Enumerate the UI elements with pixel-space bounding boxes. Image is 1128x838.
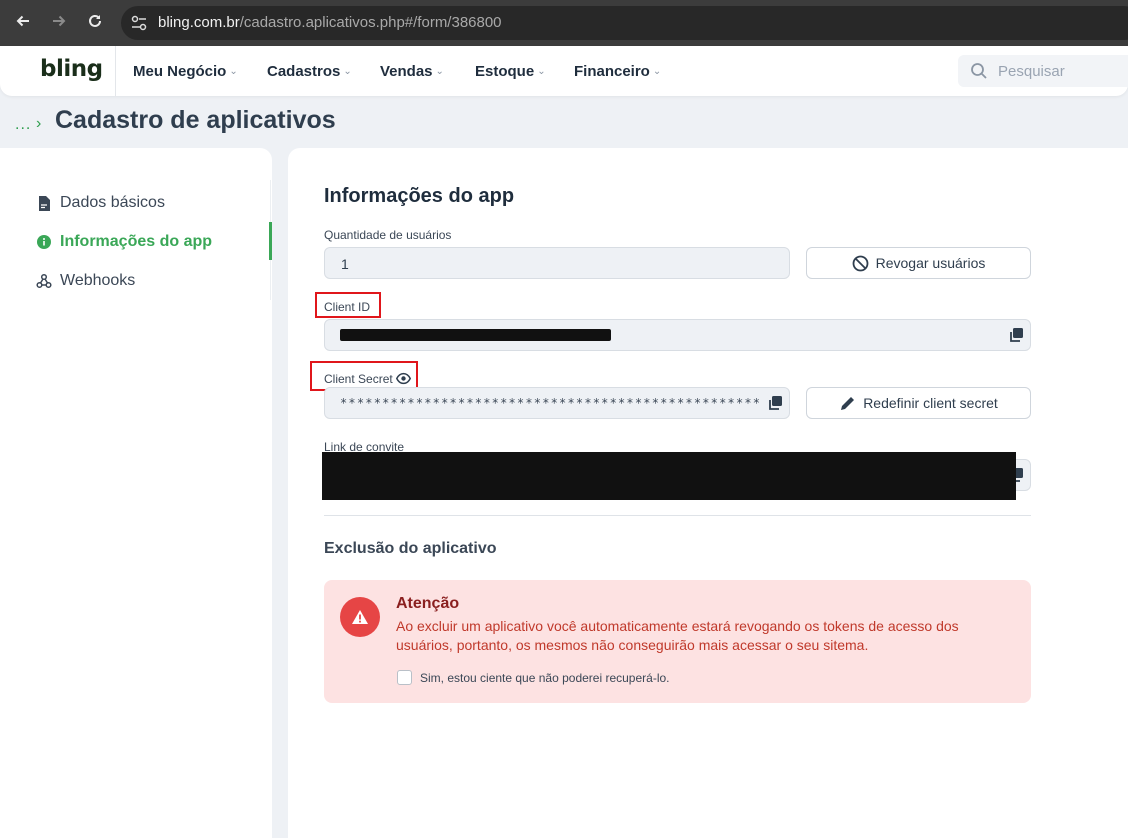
alert-title: Atenção: [396, 595, 460, 612]
url-path: /cadastro.aplicativos.php#/form/386800: [239, 14, 502, 31]
sidebar-item-informacoes-do-app[interactable]: Informações do app: [36, 230, 212, 254]
app-header: bling Meu Negócio ⌄ Cadastros ⌄ Vendas ⌄ Es…: [0, 46, 1128, 96]
chevron-down-icon: ⌄: [537, 66, 546, 77]
menu-label: Vendas: [380, 63, 433, 80]
copy-icon[interactable]: [767, 395, 783, 416]
revoke-users-label: Revogar usuários: [875, 255, 986, 271]
invite-link-redaction: [322, 452, 1016, 500]
section-title: Informações do app: [324, 185, 515, 207]
menu-label: Cadastros: [267, 63, 341, 80]
document-icon: [36, 195, 52, 211]
deletion-section-title: Exclusão do aplicativo: [324, 540, 497, 557]
sidebar-item-webhooks[interactable]: Webhooks: [36, 269, 135, 293]
menu-label: Meu Negócio: [133, 63, 227, 80]
reset-client-secret-label: Redefinir client secret: [863, 395, 998, 411]
users-label: Quantidade de usuários: [324, 228, 452, 242]
url-text[interactable]: bling.com.br/cadastro.aplicativos.php#/f…: [158, 14, 502, 31]
warning-alert: Atenção Ao excluir um aplicativo você au…: [324, 580, 1031, 703]
reload-icon[interactable]: [84, 12, 106, 34]
breadcrumb-chevron-icon: ›: [36, 115, 42, 132]
active-indicator: [269, 222, 272, 260]
back-arrow-icon[interactable]: [12, 12, 34, 34]
search-input[interactable]: Pesquisar: [958, 55, 1128, 87]
users-quantity-value: 1: [341, 256, 349, 272]
sidebar-item-label: Webhooks: [60, 272, 136, 289]
bling-logo[interactable]: bling: [40, 56, 103, 82]
menu-label: Estoque: [475, 63, 535, 80]
header-divider: [115, 46, 116, 96]
forward-arrow-icon[interactable]: [48, 12, 70, 34]
chevron-down-icon: ⌄: [435, 66, 444, 77]
confirm-checkbox-label[interactable]: Sim, estou ciente que não poderei recupe…: [420, 671, 670, 685]
users-quantity-field: 1: [324, 247, 790, 279]
pencil-icon: [841, 396, 855, 410]
sidebar-item-label: Dados básicos: [60, 194, 165, 211]
browser-toolbar: bling.com.br/cadastro.aplicativos.php#/f…: [0, 0, 1128, 46]
breadcrumb-ellipsis[interactable]: ...: [15, 116, 31, 134]
client-id-highlight-box: [315, 292, 381, 318]
search-icon: [970, 62, 988, 85]
client-secret-masked-value: ****************************************…: [340, 396, 760, 410]
confirm-checkbox[interactable]: [397, 670, 412, 685]
url-host: bling.com.br: [158, 14, 240, 31]
ban-icon: [852, 255, 869, 271]
search-placeholder: Pesquisar: [998, 63, 1065, 80]
page-title: Cadastro de aplicativos: [55, 106, 336, 134]
menu-financeiro[interactable]: Financeiro ⌄: [574, 63, 661, 80]
info-icon: [36, 234, 52, 250]
sidebar-item-dados-basicos[interactable]: Dados básicos: [36, 191, 165, 215]
menu-meu-negocio[interactable]: Meu Negócio ⌄: [133, 63, 238, 80]
webhook-icon: [36, 273, 52, 289]
menu-vendas[interactable]: Vendas ⌄: [380, 63, 444, 80]
copy-icon[interactable]: [1008, 327, 1024, 348]
warning-icon: [340, 597, 380, 637]
sidebar-item-label: Informações do app: [60, 233, 213, 250]
chevron-down-icon: ⌄: [652, 66, 662, 77]
chevron-down-icon: ⌄: [343, 66, 352, 77]
site-settings-icon[interactable]: [130, 13, 148, 33]
section-divider: [324, 515, 1031, 516]
menu-label: Financeiro: [574, 63, 650, 80]
menu-cadastros[interactable]: Cadastros ⌄: [267, 63, 352, 80]
client-id-redacted-value: [340, 329, 611, 341]
menu-estoque[interactable]: Estoque ⌄: [475, 63, 546, 80]
chevron-down-icon: ⌄: [229, 66, 238, 77]
reset-client-secret-button[interactable]: Redefinir client secret: [806, 387, 1031, 419]
alert-message: Ao excluir um aplicativo você automatica…: [396, 618, 959, 653]
revoke-users-button[interactable]: Revogar usuários: [806, 247, 1031, 279]
